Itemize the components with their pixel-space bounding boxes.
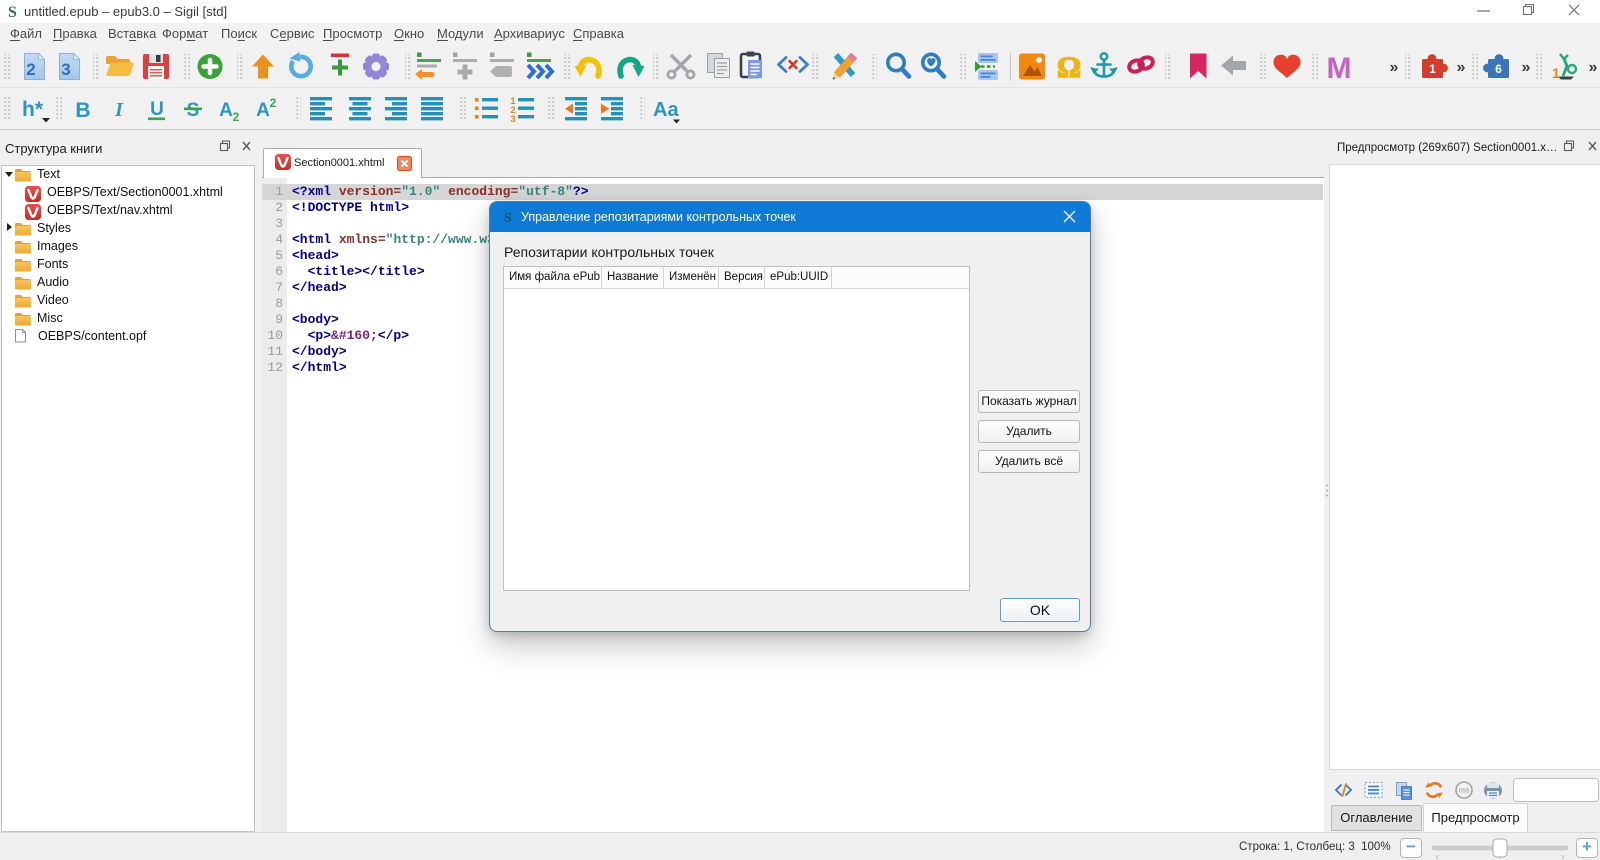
svg-text:2: 2 — [233, 110, 240, 124]
svg-text:A: A — [256, 100, 270, 121]
svg-text:I: I — [114, 99, 124, 121]
svg-text:h*: h* — [22, 98, 44, 121]
svg-text:6: 6 — [1495, 62, 1502, 76]
svg-text:S: S — [8, 4, 17, 20]
svg-text:S: S — [187, 100, 200, 121]
svg-text:M: M — [1327, 52, 1352, 85]
svg-text:A: A — [219, 100, 233, 121]
svg-text:2: 2 — [270, 96, 277, 110]
svg-text:3: 3 — [61, 60, 70, 79]
svg-text:css: css — [1459, 788, 1470, 795]
svg-text:Ω: Ω — [1057, 51, 1081, 84]
svg-text:»: » — [1390, 59, 1399, 76]
svg-text:B: B — [75, 99, 90, 122]
svg-text:»: » — [1457, 59, 1466, 76]
svg-text:S: S — [504, 211, 512, 224]
svg-text:»: » — [1589, 59, 1598, 76]
svg-text:U: U — [150, 99, 164, 120]
svg-text:2: 2 — [26, 60, 35, 79]
svg-text:»: » — [1522, 59, 1531, 76]
svg-text:3: 3 — [510, 114, 515, 125]
svg-text:Aa: Aa — [653, 99, 679, 121]
svg-text:1: 1 — [1552, 65, 1560, 81]
svg-text:1: 1 — [1429, 62, 1436, 76]
